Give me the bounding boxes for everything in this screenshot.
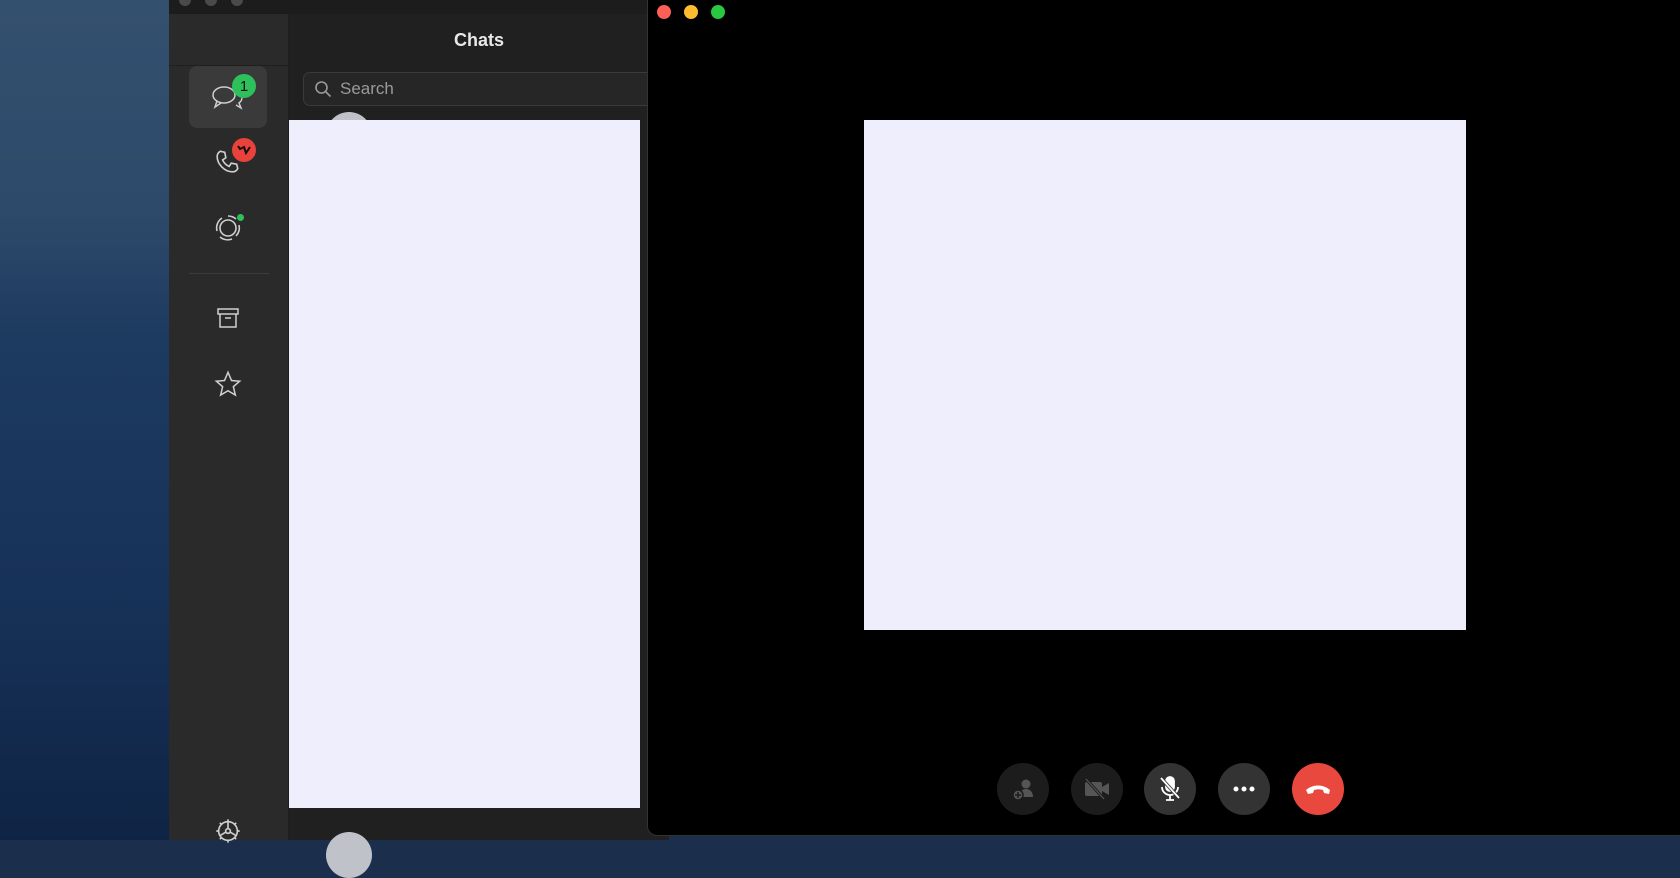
missed-call-badge xyxy=(232,138,256,162)
page-title: Chats xyxy=(453,30,504,50)
more-options-button[interactable] xyxy=(1218,763,1270,815)
search-input[interactable]: Search xyxy=(303,72,663,106)
minimize-button[interactable] xyxy=(205,0,217,6)
add-participant-button[interactable] xyxy=(997,763,1049,815)
close-button[interactable] xyxy=(179,0,191,6)
sidebar-item-starred[interactable] xyxy=(189,353,267,415)
video-off-icon xyxy=(1084,777,1109,801)
camera-off-button[interactable] xyxy=(1071,763,1123,815)
new-status-dot xyxy=(237,214,244,221)
minimize-button[interactable] xyxy=(684,5,698,19)
star-icon xyxy=(214,370,242,397)
chat-list-panel: Chats Search xyxy=(289,14,669,878)
sidebar-item-chats[interactable]: 1 xyxy=(189,66,267,128)
missed-call-icon xyxy=(237,145,251,155)
end-call-button[interactable] xyxy=(1292,763,1344,815)
sidebar-divider xyxy=(189,273,269,274)
avatar[interactable] xyxy=(326,832,372,878)
call-window xyxy=(647,0,1680,836)
unread-badge: 1 xyxy=(232,74,256,98)
search-icon xyxy=(315,81,332,98)
redacted-video-area xyxy=(864,120,1466,630)
sidebar-item-calls[interactable] xyxy=(189,130,267,192)
title-bar xyxy=(169,0,669,14)
redacted-chat-list xyxy=(289,120,640,808)
microphone-muted-icon xyxy=(1159,776,1181,801)
sidebar-item-settings[interactable] xyxy=(189,800,267,862)
messenger-window: 1 Chats Search xyxy=(169,0,669,878)
more-dots-icon xyxy=(1233,786,1255,792)
maximize-button[interactable] xyxy=(711,5,725,19)
settings-gear-icon xyxy=(216,819,240,843)
sidebar-item-status[interactable] xyxy=(189,197,267,259)
sidebar-item-archived[interactable] xyxy=(189,287,267,349)
close-button[interactable] xyxy=(657,5,671,19)
search-placeholder: Search xyxy=(340,79,394,98)
hang-up-icon xyxy=(1306,785,1330,794)
mute-button[interactable] xyxy=(1144,763,1196,815)
sidebar: 1 xyxy=(169,14,289,843)
archive-icon xyxy=(217,308,239,328)
maximize-button[interactable] xyxy=(231,0,243,6)
add-person-icon xyxy=(1012,779,1033,801)
desktop-wallpaper xyxy=(0,0,170,840)
